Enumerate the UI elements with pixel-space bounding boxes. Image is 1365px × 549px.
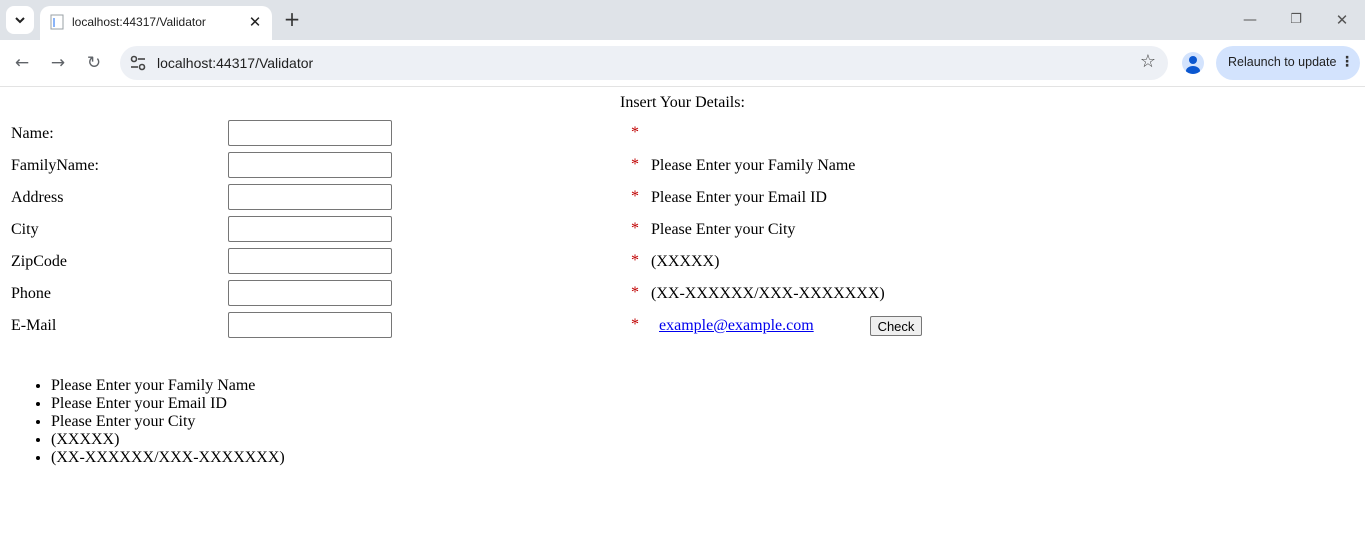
- check-button[interactable]: Check: [870, 316, 922, 336]
- close-tab-icon[interactable]: ✕: [247, 14, 263, 30]
- zipcode-label: ZipCode: [11, 253, 67, 270]
- tab-search-button[interactable]: [6, 6, 34, 34]
- address-input[interactable]: [228, 184, 392, 210]
- zipcode-required-mark: *: [631, 252, 639, 269]
- list-item: (XXXXX): [51, 431, 285, 449]
- city-error: Please Enter your City: [651, 221, 796, 238]
- more-menu-icon[interactable]: ⋮: [1340, 54, 1354, 70]
- browser-tab[interactable]: localhost:44317/Validator ✕: [40, 6, 272, 40]
- name-label: Name:: [11, 125, 54, 142]
- zipcode-error: (XXXXX): [651, 253, 720, 270]
- phone-required-mark: *: [631, 284, 639, 301]
- minimize-icon[interactable]: —: [1240, 10, 1260, 30]
- family-name-error: Please Enter your Family Name: [651, 157, 856, 174]
- family-name-label: FamilyName:: [11, 157, 99, 174]
- list-item: Please Enter your City: [51, 413, 285, 431]
- relaunch-label: Relaunch to update: [1228, 55, 1337, 69]
- name-input[interactable]: [228, 120, 392, 146]
- site-info-icon[interactable]: [128, 53, 148, 73]
- chevron-down-icon: [15, 17, 25, 24]
- restore-icon[interactable]: ❐: [1286, 10, 1306, 30]
- tab-title: localhost:44317/Validator: [72, 15, 206, 29]
- reload-icon[interactable]: ↻: [82, 51, 106, 75]
- email-label: E-Mail: [11, 317, 57, 334]
- email-required-mark: *: [631, 316, 639, 333]
- city-label: City: [11, 221, 39, 238]
- forward-icon[interactable]: →: [46, 51, 70, 75]
- tab-strip: localhost:44317/Validator ✕ + — ❐ ✕: [0, 0, 1365, 40]
- family-name-input[interactable]: [228, 152, 392, 178]
- phone-error: (XX-XXXXXX/XXX-XXXXXXX): [651, 285, 885, 302]
- address-bar[interactable]: localhost:44317/Validator ☆: [120, 46, 1168, 80]
- phone-input[interactable]: [228, 280, 392, 306]
- relaunch-button[interactable]: Relaunch to update ⋮: [1216, 46, 1360, 80]
- email-input[interactable]: [228, 312, 392, 338]
- new-tab-icon[interactable]: +: [282, 9, 302, 29]
- page-icon: [50, 14, 64, 30]
- bookmark-star-icon[interactable]: ☆: [1140, 51, 1156, 72]
- page-heading: Insert Your Details:: [620, 94, 745, 111]
- address-label: Address: [11, 189, 64, 206]
- family-name-required-mark: *: [631, 156, 639, 173]
- email-example-link[interactable]: example@example.com: [659, 317, 814, 335]
- close-window-icon[interactable]: ✕: [1332, 10, 1352, 30]
- address-error: Please Enter your Email ID: [651, 189, 827, 206]
- browser-toolbar: ← → ↻ localhost:44317/Validator ☆ Relaun…: [0, 40, 1365, 87]
- address-required-mark: *: [631, 188, 639, 205]
- profile-avatar-icon[interactable]: [1182, 52, 1204, 74]
- city-input[interactable]: [228, 216, 392, 242]
- page-content: Insert Your Details: Name: * FamilyName:…: [0, 87, 1365, 549]
- zipcode-input[interactable]: [228, 248, 392, 274]
- back-icon[interactable]: ←: [10, 51, 34, 75]
- list-item: (XX-XXXXXX/XXX-XXXXXXX): [51, 449, 285, 467]
- name-required-mark: *: [631, 124, 639, 141]
- list-item: Please Enter your Family Name: [51, 377, 285, 395]
- url-text: localhost:44317/Validator: [157, 55, 314, 71]
- validation-summary: Please Enter your Family Name Please Ent…: [11, 377, 285, 467]
- phone-label: Phone: [11, 285, 51, 302]
- city-required-mark: *: [631, 220, 639, 237]
- list-item: Please Enter your Email ID: [51, 395, 285, 413]
